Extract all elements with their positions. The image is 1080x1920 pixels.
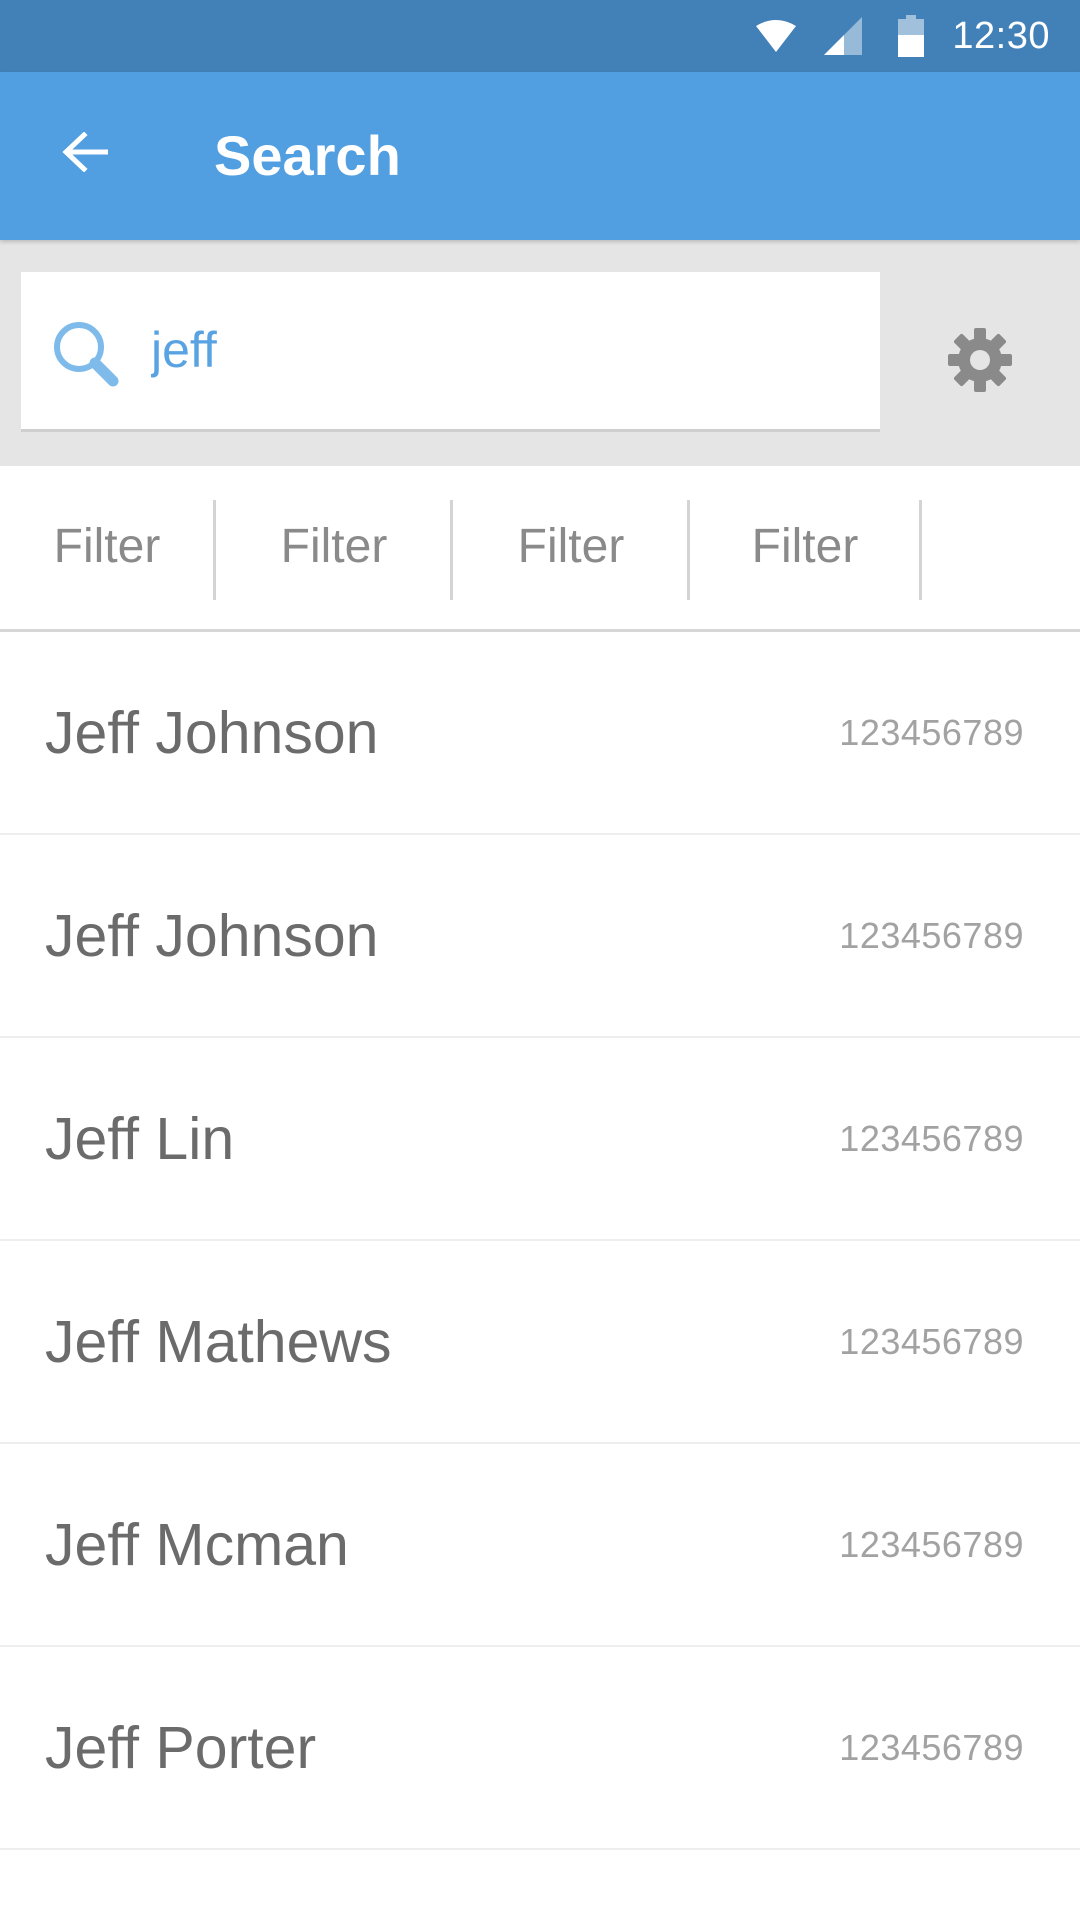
page-title: Search — [214, 124, 401, 187]
list-item[interactable]: Jeff Mathews 123456789 — [0, 1241, 1080, 1444]
filter-bar: Filter Filter Filter Filter — [0, 466, 1080, 632]
back-button[interactable] — [45, 112, 125, 192]
result-name: Jeff Johnson — [45, 699, 379, 766]
result-number: 123456789 — [839, 914, 1024, 956]
search-box[interactable] — [21, 272, 880, 432]
filter-divider — [919, 500, 922, 600]
status-icons: 12:30 — [756, 0, 1050, 72]
result-name: Jeff Johnson — [45, 902, 379, 969]
status-bar: 12:30 — [0, 0, 1080, 72]
list-item[interactable]: Jeff Johnson 123456789 — [0, 632, 1080, 835]
list-item[interactable]: Jeff Porter 123456789 — [0, 1647, 1080, 1850]
app-bar: Search — [0, 72, 1080, 240]
result-number: 123456789 — [839, 1117, 1024, 1159]
result-number: 123456789 — [839, 1726, 1024, 1768]
list-item[interactable]: Jeff Johnson 123456789 — [0, 835, 1080, 1038]
filter-tab-4[interactable]: Filter — [690, 466, 920, 626]
search-icon — [54, 322, 119, 387]
list-item[interactable]: Jeff Mcman 123456789 — [0, 1444, 1080, 1647]
cell-signal-icon — [824, 17, 863, 55]
result-number: 123456789 — [839, 711, 1024, 753]
result-name: Jeff Mcman — [45, 1511, 349, 1578]
result-number: 123456789 — [839, 1320, 1024, 1362]
search-input[interactable] — [151, 314, 851, 386]
gear-icon — [948, 328, 1012, 392]
list-item[interactable]: Jeff Lin 123456789 — [0, 1038, 1080, 1241]
search-area — [0, 240, 1080, 466]
result-name: Jeff Porter — [45, 1714, 317, 1781]
filter-tab-3[interactable]: Filter — [453, 466, 689, 626]
result-number: 123456789 — [839, 1523, 1024, 1565]
result-list: Jeff Johnson 123456789 Jeff Johnson 1234… — [0, 632, 1080, 1850]
settings-button[interactable] — [940, 320, 1020, 400]
wifi-icon — [756, 20, 797, 52]
arrow-left-icon — [62, 132, 108, 172]
filter-tab-1[interactable]: Filter — [0, 466, 214, 626]
status-time: 12:30 — [952, 14, 1050, 57]
filter-tab-2[interactable]: Filter — [216, 466, 452, 626]
battery-icon — [898, 15, 925, 57]
result-name: Jeff Mathews — [45, 1308, 392, 1375]
result-name: Jeff Lin — [45, 1105, 235, 1172]
